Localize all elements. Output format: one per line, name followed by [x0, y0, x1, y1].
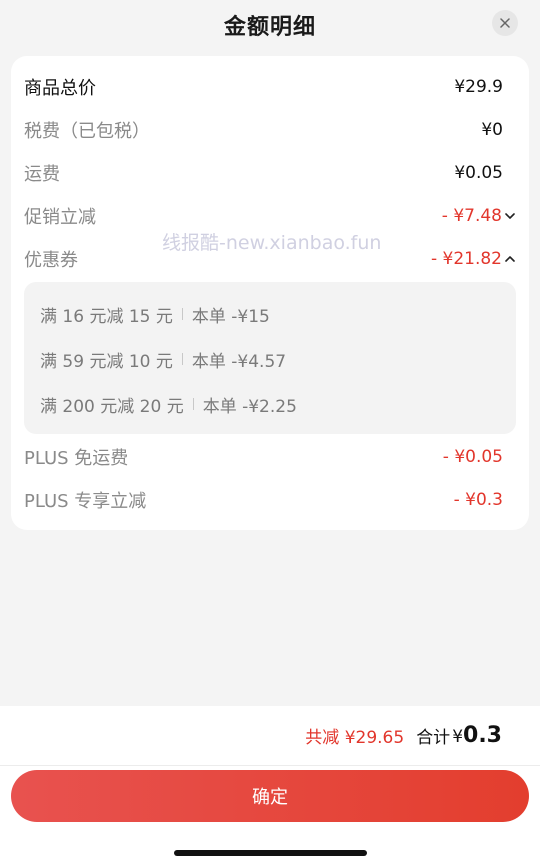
divider: [181, 308, 183, 320]
plus-discount-label: PLUS 专享立减: [24, 491, 147, 512]
coupon-detail-item: 满 59 元减 10 元 本单 -¥4.57: [40, 345, 286, 373]
total-label: 合计: [416, 728, 451, 748]
shipping-row: 运费 ¥0.05: [24, 158, 503, 188]
watermark-text: 线报酷-new.xianbao.fun: [162, 232, 382, 254]
chevron-down-icon[interactable]: [504, 210, 516, 222]
tax-label: 税费（已包税）: [24, 121, 150, 142]
coupon-value: - ¥21.82: [430, 249, 502, 269]
home-indicator: [174, 850, 367, 856]
close-button[interactable]: [492, 10, 518, 36]
total-saved: 共减 ¥29.65: [305, 728, 405, 748]
breakdown-card: 商品总价 ¥29.9 税费（已包税） ¥0 运费 ¥0.05 促销立减 - ¥7…: [11, 56, 529, 530]
coupon-detail-item: 满 200 元减 20 元 本单 -¥2.25: [40, 390, 297, 418]
coupon-detail-item: 满 16 元减 15 元 本单 -¥15: [40, 300, 270, 328]
total-currency: ¥: [452, 727, 464, 747]
bottom-action-area: 确定: [0, 766, 540, 866]
divider: [192, 398, 194, 410]
promo-value-wrap: - ¥7.48: [442, 206, 516, 226]
coupon-value-wrap: - ¥21.82: [431, 249, 516, 269]
tax-row: 税费（已包税） ¥0: [24, 115, 503, 145]
total-amount: ¥0.3: [452, 723, 502, 748]
plus-discount-row: PLUS 专享立减 - ¥0.3: [24, 485, 503, 515]
close-icon: [500, 18, 510, 28]
shipping-value: ¥0.05: [454, 163, 503, 183]
coupon-applied: 本单 -¥2.25: [202, 396, 297, 417]
summary-bar: 共减 ¥29.65 合计 ¥0.3: [0, 706, 540, 766]
plus-shipping-value: - ¥0.05: [442, 447, 503, 467]
coupon-details-box: 满 16 元减 15 元 本单 -¥15 满 59 元减 10 元 本单 -¥4…: [24, 282, 516, 434]
promo-label: 促销立减: [24, 207, 96, 228]
total-value: 0.3: [463, 723, 502, 748]
tax-value: ¥0: [481, 120, 503, 140]
shipping-label: 运费: [24, 164, 60, 185]
plus-shipping-label: PLUS 免运费: [24, 448, 129, 469]
promo-row[interactable]: 促销立减 - ¥7.48: [24, 201, 516, 231]
items-total-value: ¥29.9: [454, 77, 503, 97]
items-total-label: 商品总价: [24, 78, 96, 99]
items-total-row: 商品总价 ¥29.9: [24, 72, 503, 102]
plus-discount-value: - ¥0.3: [453, 490, 503, 510]
plus-shipping-row: PLUS 免运费 - ¥0.05: [24, 442, 503, 472]
divider: [181, 353, 183, 365]
confirm-button[interactable]: 确定: [11, 770, 529, 822]
sheet-header: 金额明细: [0, 0, 540, 50]
coupon-applied: 本单 -¥4.57: [191, 351, 287, 372]
coupon-rule: 满 16 元减 15 元: [40, 306, 173, 327]
sheet-title: 金额明细: [223, 15, 316, 40]
coupon-label: 优惠券: [24, 250, 78, 271]
coupon-rule: 满 200 元减 20 元: [40, 396, 184, 417]
amount-detail-sheet: 金额明细 商品总价 ¥29.9 税费（已包税） ¥0 运费 ¥0.05 促销立减…: [0, 0, 540, 866]
coupon-rule: 满 59 元减 10 元: [40, 351, 173, 372]
chevron-up-icon[interactable]: [504, 253, 516, 265]
promo-value: - ¥7.48: [441, 206, 502, 226]
coupon-applied: 本单 -¥15: [191, 306, 270, 327]
